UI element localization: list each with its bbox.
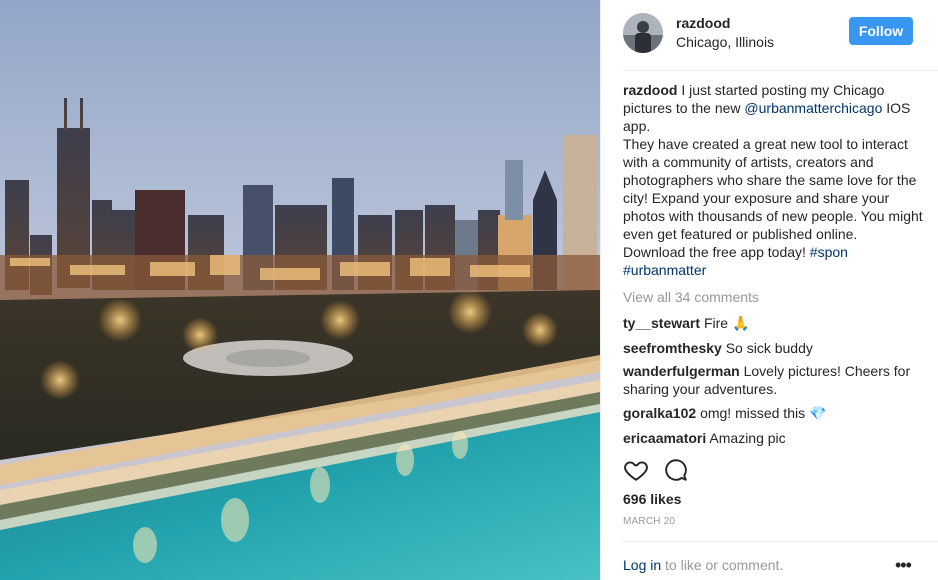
post-caption: razdood I just started posting my Chicag… (623, 81, 923, 279)
comment-icon-svg (665, 459, 687, 481)
caption-body: They have created a great new tool to in… (623, 136, 923, 260)
action-bar (623, 457, 689, 485)
comment-icon[interactable] (663, 457, 689, 485)
header-location[interactable]: Chicago, Illinois (676, 33, 774, 51)
comment-username[interactable]: ericaamatori (623, 430, 706, 446)
comment-text: Fire (703, 315, 729, 331)
instagram-post: razdood Chicago, Illinois Follow razdood… (0, 0, 938, 580)
caption-username[interactable]: razdood (623, 82, 677, 98)
caption-hashtag-urbanmatter[interactable]: #urbanmatter (623, 262, 706, 278)
comment-username[interactable]: goralka102 (623, 405, 696, 421)
pray-emoji-icon: 🙏 (731, 315, 750, 331)
comment-text: omg! missed this (700, 405, 806, 421)
chicago-skyline-image (0, 0, 600, 580)
login-text: to like or comment. (665, 557, 784, 573)
comment-username[interactable]: ty__stewart (623, 315, 700, 331)
avatar[interactable] (623, 13, 663, 53)
comment-item: wanderfulgerman Lovely pictures! Cheers … (623, 362, 923, 398)
post-photo[interactable] (0, 0, 600, 580)
login-prompt: Log in to like or comment. (623, 556, 783, 574)
post-sidebar: razdood Chicago, Illinois Follow razdood… (600, 0, 938, 580)
post-header: razdood Chicago, Illinois Follow (601, 0, 938, 70)
more-options-icon[interactable]: ••• (895, 556, 912, 574)
likes-count[interactable]: 696 likes (623, 490, 681, 508)
comment-username[interactable]: wanderfulgerman (623, 363, 740, 379)
comment-item: ty__stewart Fire 🙏 (623, 314, 923, 332)
view-all-comments-link[interactable]: View all 34 comments (623, 288, 759, 306)
footer-divider (623, 541, 938, 542)
header-text: razdood Chicago, Illinois (676, 14, 774, 51)
caption-hashtag-spon[interactable]: #spon (810, 244, 848, 260)
post-date[interactable]: MARCH 20 (623, 516, 675, 528)
comment-item: seefromthesky So sick buddy (623, 339, 923, 357)
follow-button[interactable]: Follow (849, 17, 913, 45)
caption-mention-link[interactable]: @urbanmatterchicago (744, 100, 882, 116)
header-username[interactable]: razdood (676, 14, 774, 32)
gem-emoji-icon: 💎 (809, 405, 827, 421)
comment-username[interactable]: seefromthesky (623, 340, 722, 356)
login-link[interactable]: Log in (623, 557, 661, 573)
heart-icon-svg (624, 461, 648, 481)
comment-item: ericaamatori Amazing pic (623, 429, 923, 447)
header-divider (623, 70, 938, 71)
avatar-image (623, 13, 663, 53)
comment-text: Amazing pic (709, 430, 786, 446)
comment-text: So sick buddy (725, 340, 813, 356)
heart-icon[interactable] (623, 457, 649, 485)
comment-item: goralka102 omg! missed this 💎 (623, 404, 923, 422)
